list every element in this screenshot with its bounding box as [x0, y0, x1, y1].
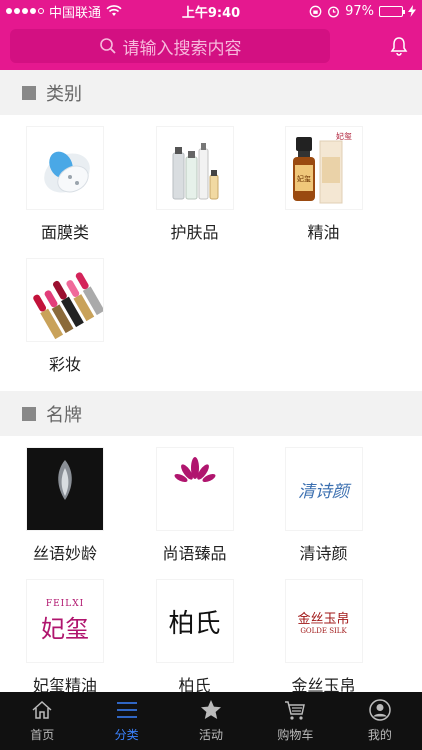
- lipsticks-image: [27, 259, 103, 341]
- charging-icon: [408, 5, 416, 17]
- section-header-categories: 类别: [0, 70, 422, 115]
- search-icon: [99, 38, 116, 54]
- search-placeholder: 请输入搜索内容: [122, 38, 242, 59]
- rotation-lock-icon: [309, 5, 322, 17]
- siyu-brand-logo: [27, 448, 103, 530]
- category-list-icon: [116, 702, 137, 718]
- tab-label: 首页: [30, 728, 55, 742]
- brand-grid: 丝语妙龄 尚语臻品 清诗颜 清诗颜 FEILXI 妃玺 妃玺精油 柏氏 柏氏 金…: [0, 436, 422, 692]
- brand-label: 清诗颜: [299, 544, 348, 563]
- category-content[interactable]: 类别 面膜类 护肤品 妃玺 妃玺 精油 彩妆 名牌 丝语妙龄 尚语臻品 清诗颜 …: [0, 70, 422, 692]
- tab-label: 我的: [367, 728, 392, 742]
- golde-silk-brand-logo: 金丝玉帛 GOLDE SILK: [285, 580, 362, 662]
- tab-label: 分类: [114, 728, 139, 742]
- home-icon: [32, 700, 52, 719]
- qingshiyan-logo-text: 清诗颜: [298, 481, 349, 502]
- qingshiyan-brand-logo: 清诗颜: [285, 448, 362, 530]
- brand-label: 金丝玉帛: [291, 676, 356, 692]
- brand-item-baishi[interactable]: 柏氏 柏氏: [130, 580, 259, 692]
- tab-events[interactable]: 活动: [169, 692, 253, 750]
- tab-cart[interactable]: 购物车: [253, 692, 337, 750]
- feixi-brand-logo: FEILXI 妃玺: [27, 580, 103, 662]
- tab-mine[interactable]: 我的: [338, 692, 422, 750]
- star-icon: [201, 700, 222, 719]
- wifi-icon: [106, 5, 122, 16]
- golde-silk-logo-text: 金丝玉帛: [297, 611, 350, 627]
- bell-icon[interactable]: [388, 35, 410, 57]
- tab-label: 购物车: [277, 728, 314, 742]
- category-label: 护肤品: [170, 223, 219, 242]
- battery-icon: [379, 5, 405, 17]
- app-screen: 中国联通 上午9:40 97% 请输入搜索内容 类别 面膜类 护肤品 妃玺 妃玺…: [0, 0, 422, 750]
- feixi-logo-text: 妃玺: [41, 614, 89, 643]
- section-marker: [22, 85, 36, 100]
- header-bar: 请输入搜索内容: [0, 22, 422, 70]
- tab-category[interactable]: 分类: [84, 692, 168, 750]
- skincare-bottles-image: [156, 127, 233, 209]
- brand-label: 妃玺精油: [32, 676, 97, 692]
- brand-item-shangyu-zhenpin[interactable]: 尚语臻品: [130, 448, 259, 580]
- category-item-face-mask[interactable]: 面膜类: [0, 127, 130, 259]
- cart-icon: [285, 701, 306, 720]
- brand-item-siyu-miaoling[interactable]: 丝语妙龄: [0, 448, 130, 580]
- signal-strength-icon: [6, 8, 44, 14]
- brand-label: 柏氏: [178, 676, 211, 692]
- face-mask-image: [27, 127, 103, 209]
- tab-home[interactable]: 首页: [0, 692, 84, 750]
- section-header-brands: 名牌: [0, 391, 422, 436]
- category-item-makeup[interactable]: 彩妆: [0, 259, 130, 391]
- category-label: 彩妆: [48, 355, 81, 374]
- section-marker: [22, 406, 36, 421]
- status-right: 97%: [309, 4, 416, 19]
- svg-text:妃玺: 妃玺: [297, 174, 311, 183]
- carrier-label: 中国联通: [49, 5, 102, 21]
- golde-silk-logo-sub: GOLDE SILK: [300, 626, 347, 635]
- category-item-essential-oil[interactable]: 妃玺 妃玺 精油: [259, 127, 388, 259]
- section-title: 名牌: [46, 404, 82, 426]
- category-label: 精油: [307, 223, 340, 242]
- brand-item-jinsi-yubo[interactable]: 金丝玉帛 GOLDE SILK 金丝玉帛: [259, 580, 388, 692]
- category-grid: 面膜类 护肤品 妃玺 妃玺 精油 彩妆: [0, 115, 422, 391]
- category-item-skincare[interactable]: 护肤品: [130, 127, 259, 259]
- natural-style-brand-logo: [156, 448, 233, 530]
- category-label: 面膜类: [40, 223, 89, 242]
- search-input[interactable]: 请输入搜索内容: [10, 29, 330, 63]
- status-left: 中国联通: [6, 2, 309, 21]
- brand-label: 尚语臻品: [162, 544, 227, 563]
- brand-label: 丝语妙龄: [32, 544, 97, 563]
- feixi-logo-sub: FEILXI: [45, 598, 85, 609]
- battery-percent: 97%: [345, 3, 374, 19]
- section-title: 类别: [46, 83, 82, 105]
- essential-oil-image: 妃玺 妃玺: [285, 127, 362, 209]
- brand-item-qingshiyan[interactable]: 清诗颜 清诗颜: [259, 448, 388, 580]
- user-icon: [369, 699, 391, 721]
- status-bar: 中国联通 上午9:40 97%: [0, 0, 422, 22]
- alarm-icon: [328, 6, 340, 17]
- baishi-logo-text: 柏氏: [168, 608, 221, 639]
- brand-item-feixi-oil[interactable]: FEILXI 妃玺 妃玺精油: [0, 580, 130, 692]
- tab-bar: 首页 分类 活动 购物车 我的: [0, 692, 422, 750]
- svg-text:妃玺: 妃玺: [336, 131, 352, 141]
- tab-label: 活动: [199, 728, 224, 742]
- baishi-brand-logo: 柏氏: [156, 580, 233, 662]
